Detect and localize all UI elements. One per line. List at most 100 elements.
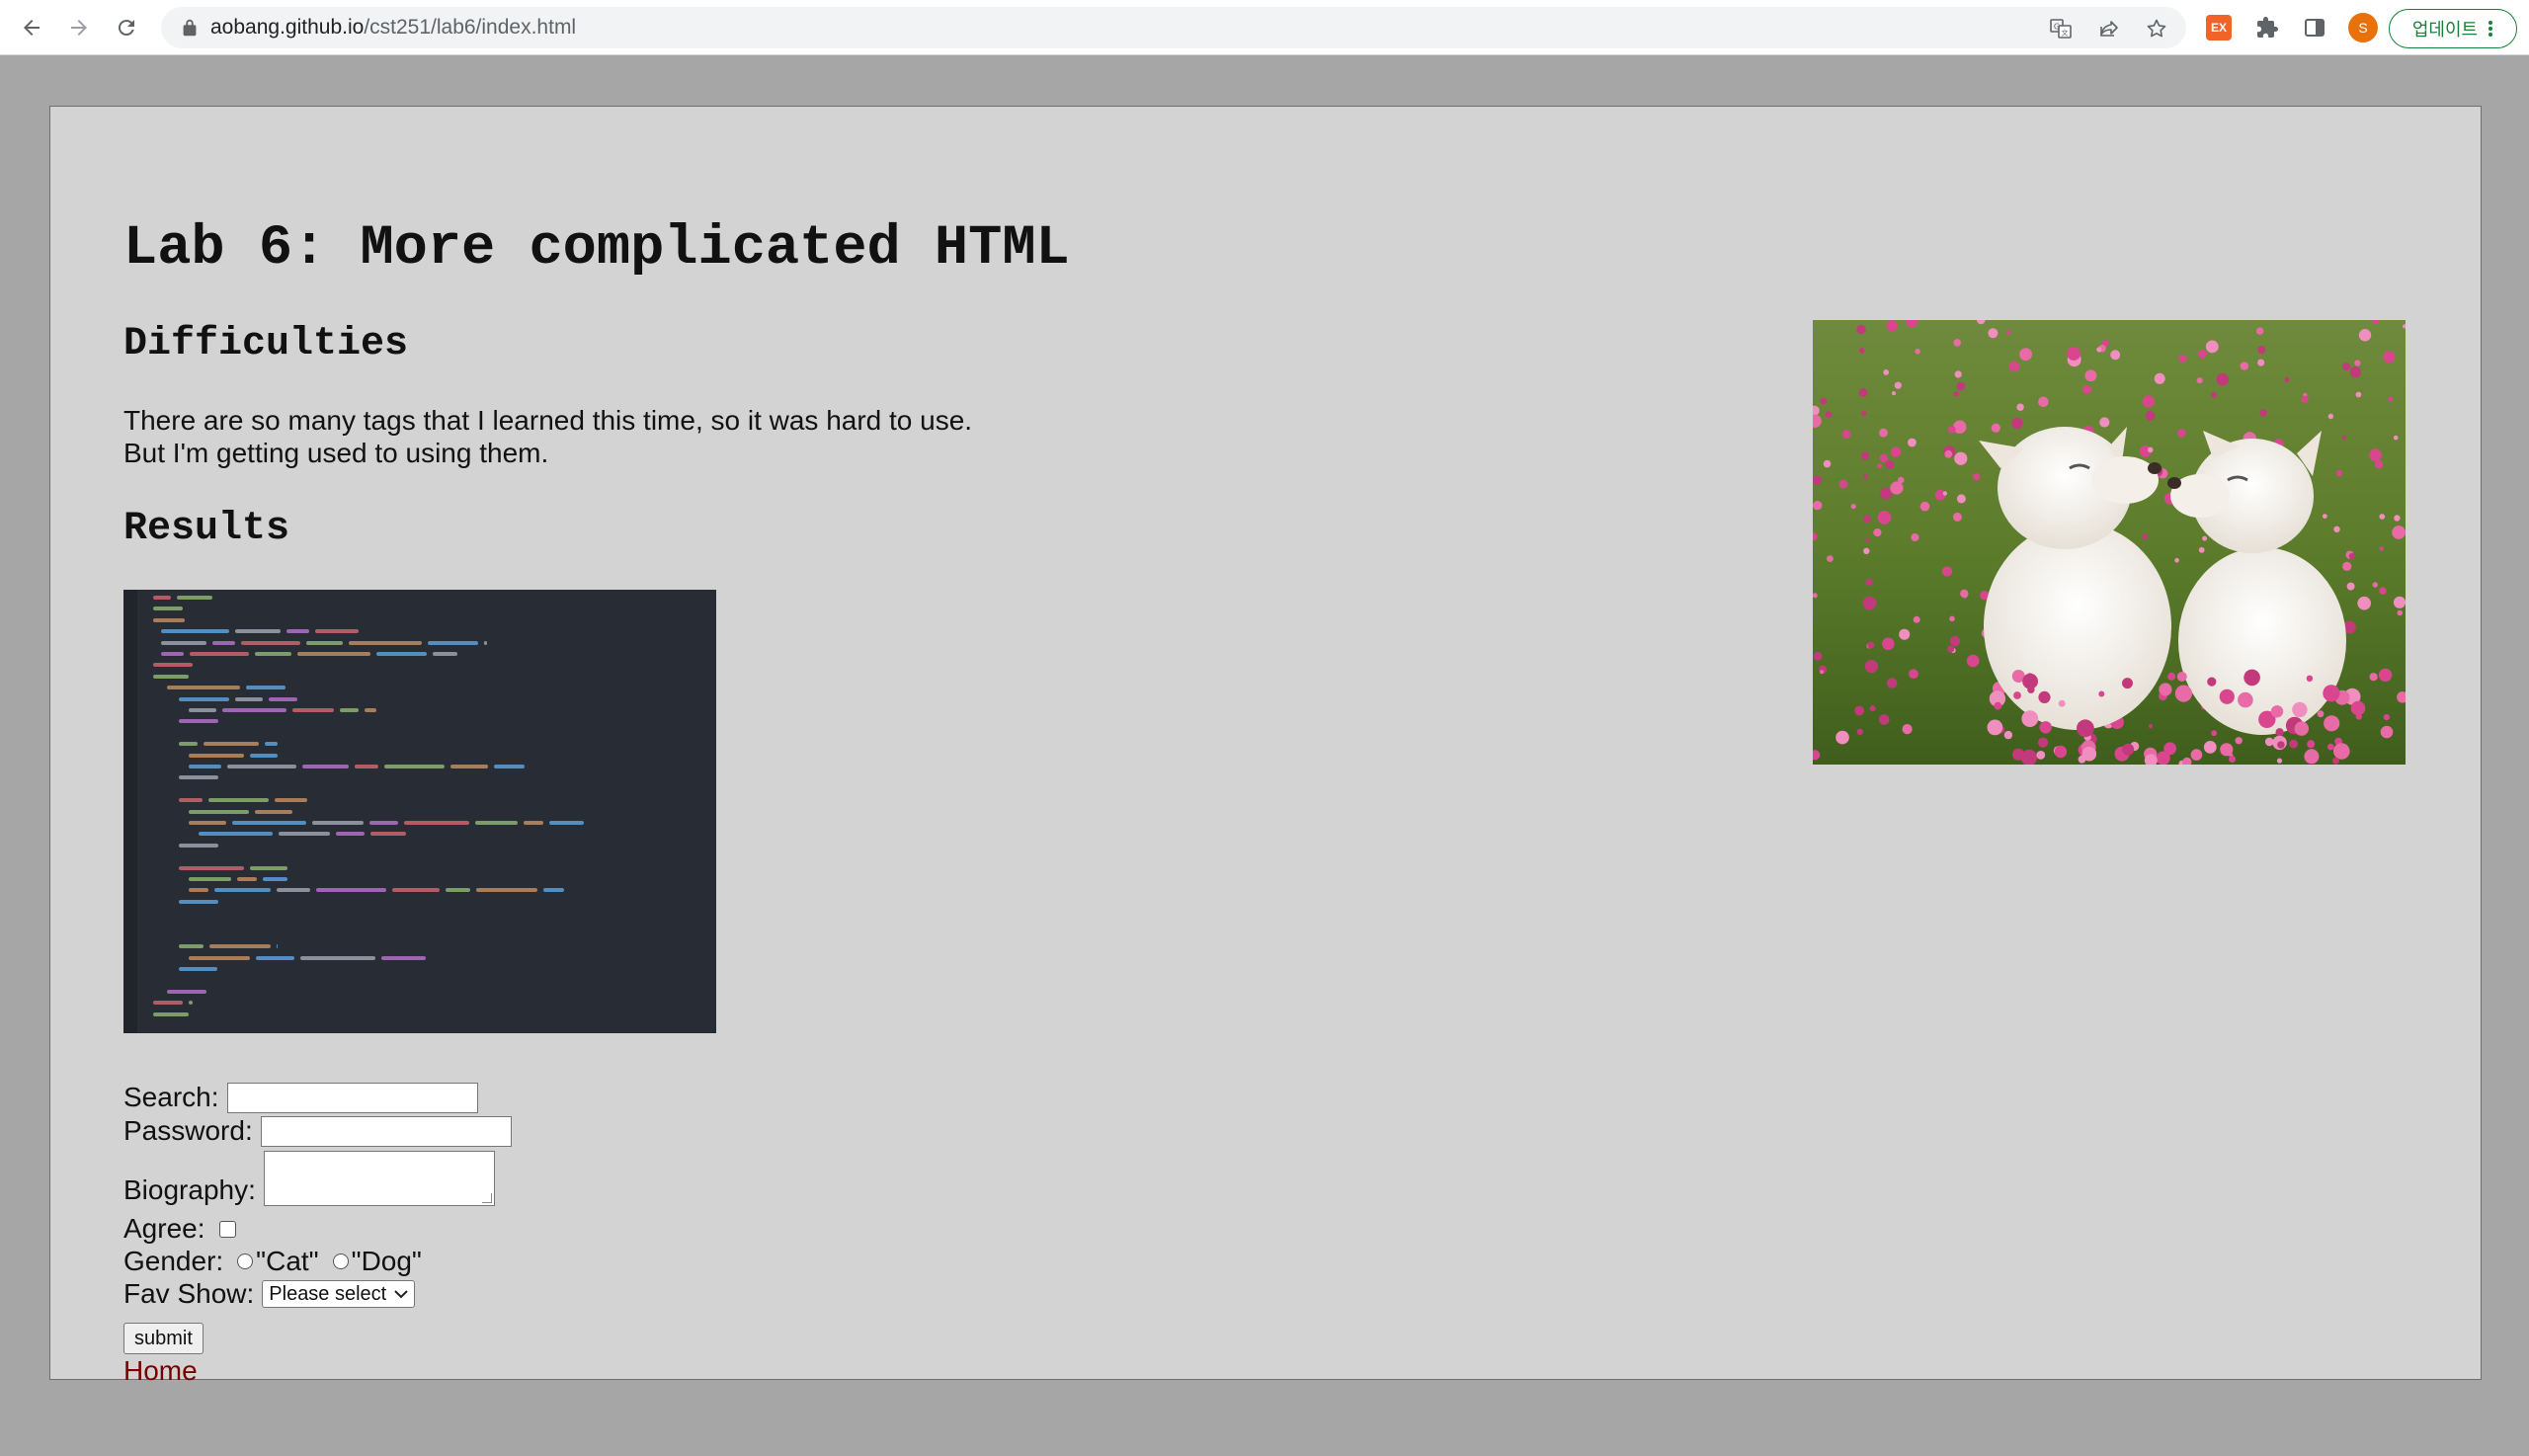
search-input[interactable] (226, 1082, 478, 1113)
flower (2350, 700, 2366, 716)
gender-radio-dog[interactable] (332, 1254, 349, 1269)
code-line (235, 696, 263, 701)
code-line (232, 821, 306, 825)
update-button[interactable]: 업데이트 (2389, 9, 2517, 48)
flower (2393, 596, 2406, 608)
flower (1827, 555, 1834, 562)
flower (2341, 435, 2346, 441)
code-line (189, 708, 216, 712)
flower (1890, 446, 1902, 457)
lock-icon[interactable] (179, 17, 201, 39)
code-line (279, 832, 330, 837)
address-bar[interactable]: aobang.github.io/cst251/lab6/index.html … (161, 7, 2186, 48)
code-line (300, 955, 375, 960)
back-button[interactable] (12, 8, 51, 47)
flower (1862, 596, 1877, 610)
code-line (179, 865, 244, 870)
share-button[interactable] (2096, 16, 2122, 41)
flower (1879, 428, 1888, 438)
flower (1956, 494, 1966, 504)
flower (2207, 677, 2217, 687)
flower (2240, 362, 2249, 370)
flower (2379, 587, 2387, 595)
flower (1954, 451, 1968, 465)
extensions-button[interactable] (2252, 13, 2282, 42)
translate-button[interactable]: G文 (2048, 16, 2074, 41)
flower (2383, 714, 2390, 721)
flower (2372, 582, 2378, 588)
flower (2149, 724, 2154, 729)
fav-show-selected: Please select (269, 1282, 387, 1305)
flower (2038, 396, 2049, 408)
flower (2379, 514, 2386, 520)
flower (1952, 512, 1962, 522)
flower (2084, 369, 2097, 382)
code-line (433, 652, 457, 656)
profile-avatar[interactable]: S (2348, 13, 2378, 42)
code-line (237, 877, 257, 881)
flower (2349, 366, 2361, 378)
flower (2021, 710, 2039, 727)
puppies-photo (1813, 320, 2406, 765)
code-line (179, 944, 204, 949)
bookmark-button[interactable] (2144, 16, 2169, 41)
flower (1953, 391, 1960, 397)
code-line (209, 944, 271, 949)
biography-textarea[interactable] (263, 1151, 495, 1206)
extension-badge-button[interactable]: EX (2206, 15, 2232, 40)
gender-label: Gender: (123, 1246, 224, 1276)
code-line (250, 865, 287, 870)
code-line (484, 640, 487, 645)
flower (1856, 728, 1863, 735)
code-line (153, 617, 185, 622)
code-line (153, 607, 183, 611)
flower (2019, 348, 2032, 362)
submit-button[interactable]: submit (123, 1323, 204, 1354)
flower (1878, 714, 1890, 725)
forward-button[interactable] (59, 8, 99, 47)
flower (2013, 691, 2021, 699)
reload-icon (118, 20, 134, 37)
code-line (179, 899, 218, 904)
code-line (365, 708, 376, 712)
code-line (494, 765, 525, 768)
flower (1861, 411, 1867, 417)
fav-show-select[interactable]: Please select (262, 1280, 416, 1308)
flower (1892, 391, 1896, 396)
code-line (161, 652, 184, 656)
home-link[interactable]: Home (123, 1355, 198, 1387)
flower (2067, 347, 2081, 361)
url-text[interactable]: aobang.github.io/cst251/lab6/index.html (210, 7, 576, 48)
code-line (275, 798, 307, 803)
resize-grip-icon[interactable] (481, 1193, 492, 1203)
code-line (292, 708, 334, 712)
code-line (222, 708, 286, 712)
flower (2122, 743, 2135, 756)
difficulties-heading: Difficulties (123, 322, 409, 366)
flower (2301, 395, 2309, 403)
biography-label: Biography: (123, 1174, 256, 1205)
code-line (450, 765, 488, 768)
svg-text:文: 文 (2062, 29, 2069, 38)
flower (1953, 339, 1961, 347)
biography-row: Biography: (123, 1151, 495, 1206)
flower (1854, 705, 1864, 716)
reload-button[interactable] (107, 8, 146, 47)
flower (2082, 385, 2091, 394)
flower (2294, 721, 2309, 736)
code-line (161, 640, 206, 645)
agree-checkbox[interactable] (218, 1220, 236, 1238)
flower (2211, 391, 2218, 398)
password-input[interactable] (260, 1115, 512, 1147)
flower (1841, 430, 1851, 439)
code-line (277, 888, 310, 893)
flower (2154, 372, 2165, 384)
side-panel-button[interactable] (2300, 13, 2329, 42)
flower (2096, 347, 2102, 353)
flower (1915, 348, 1920, 355)
code-line (241, 640, 300, 645)
flower (1825, 411, 1833, 419)
gender-radio-cat[interactable] (237, 1254, 254, 1269)
flower (1949, 615, 1955, 622)
flower (2394, 515, 2401, 522)
